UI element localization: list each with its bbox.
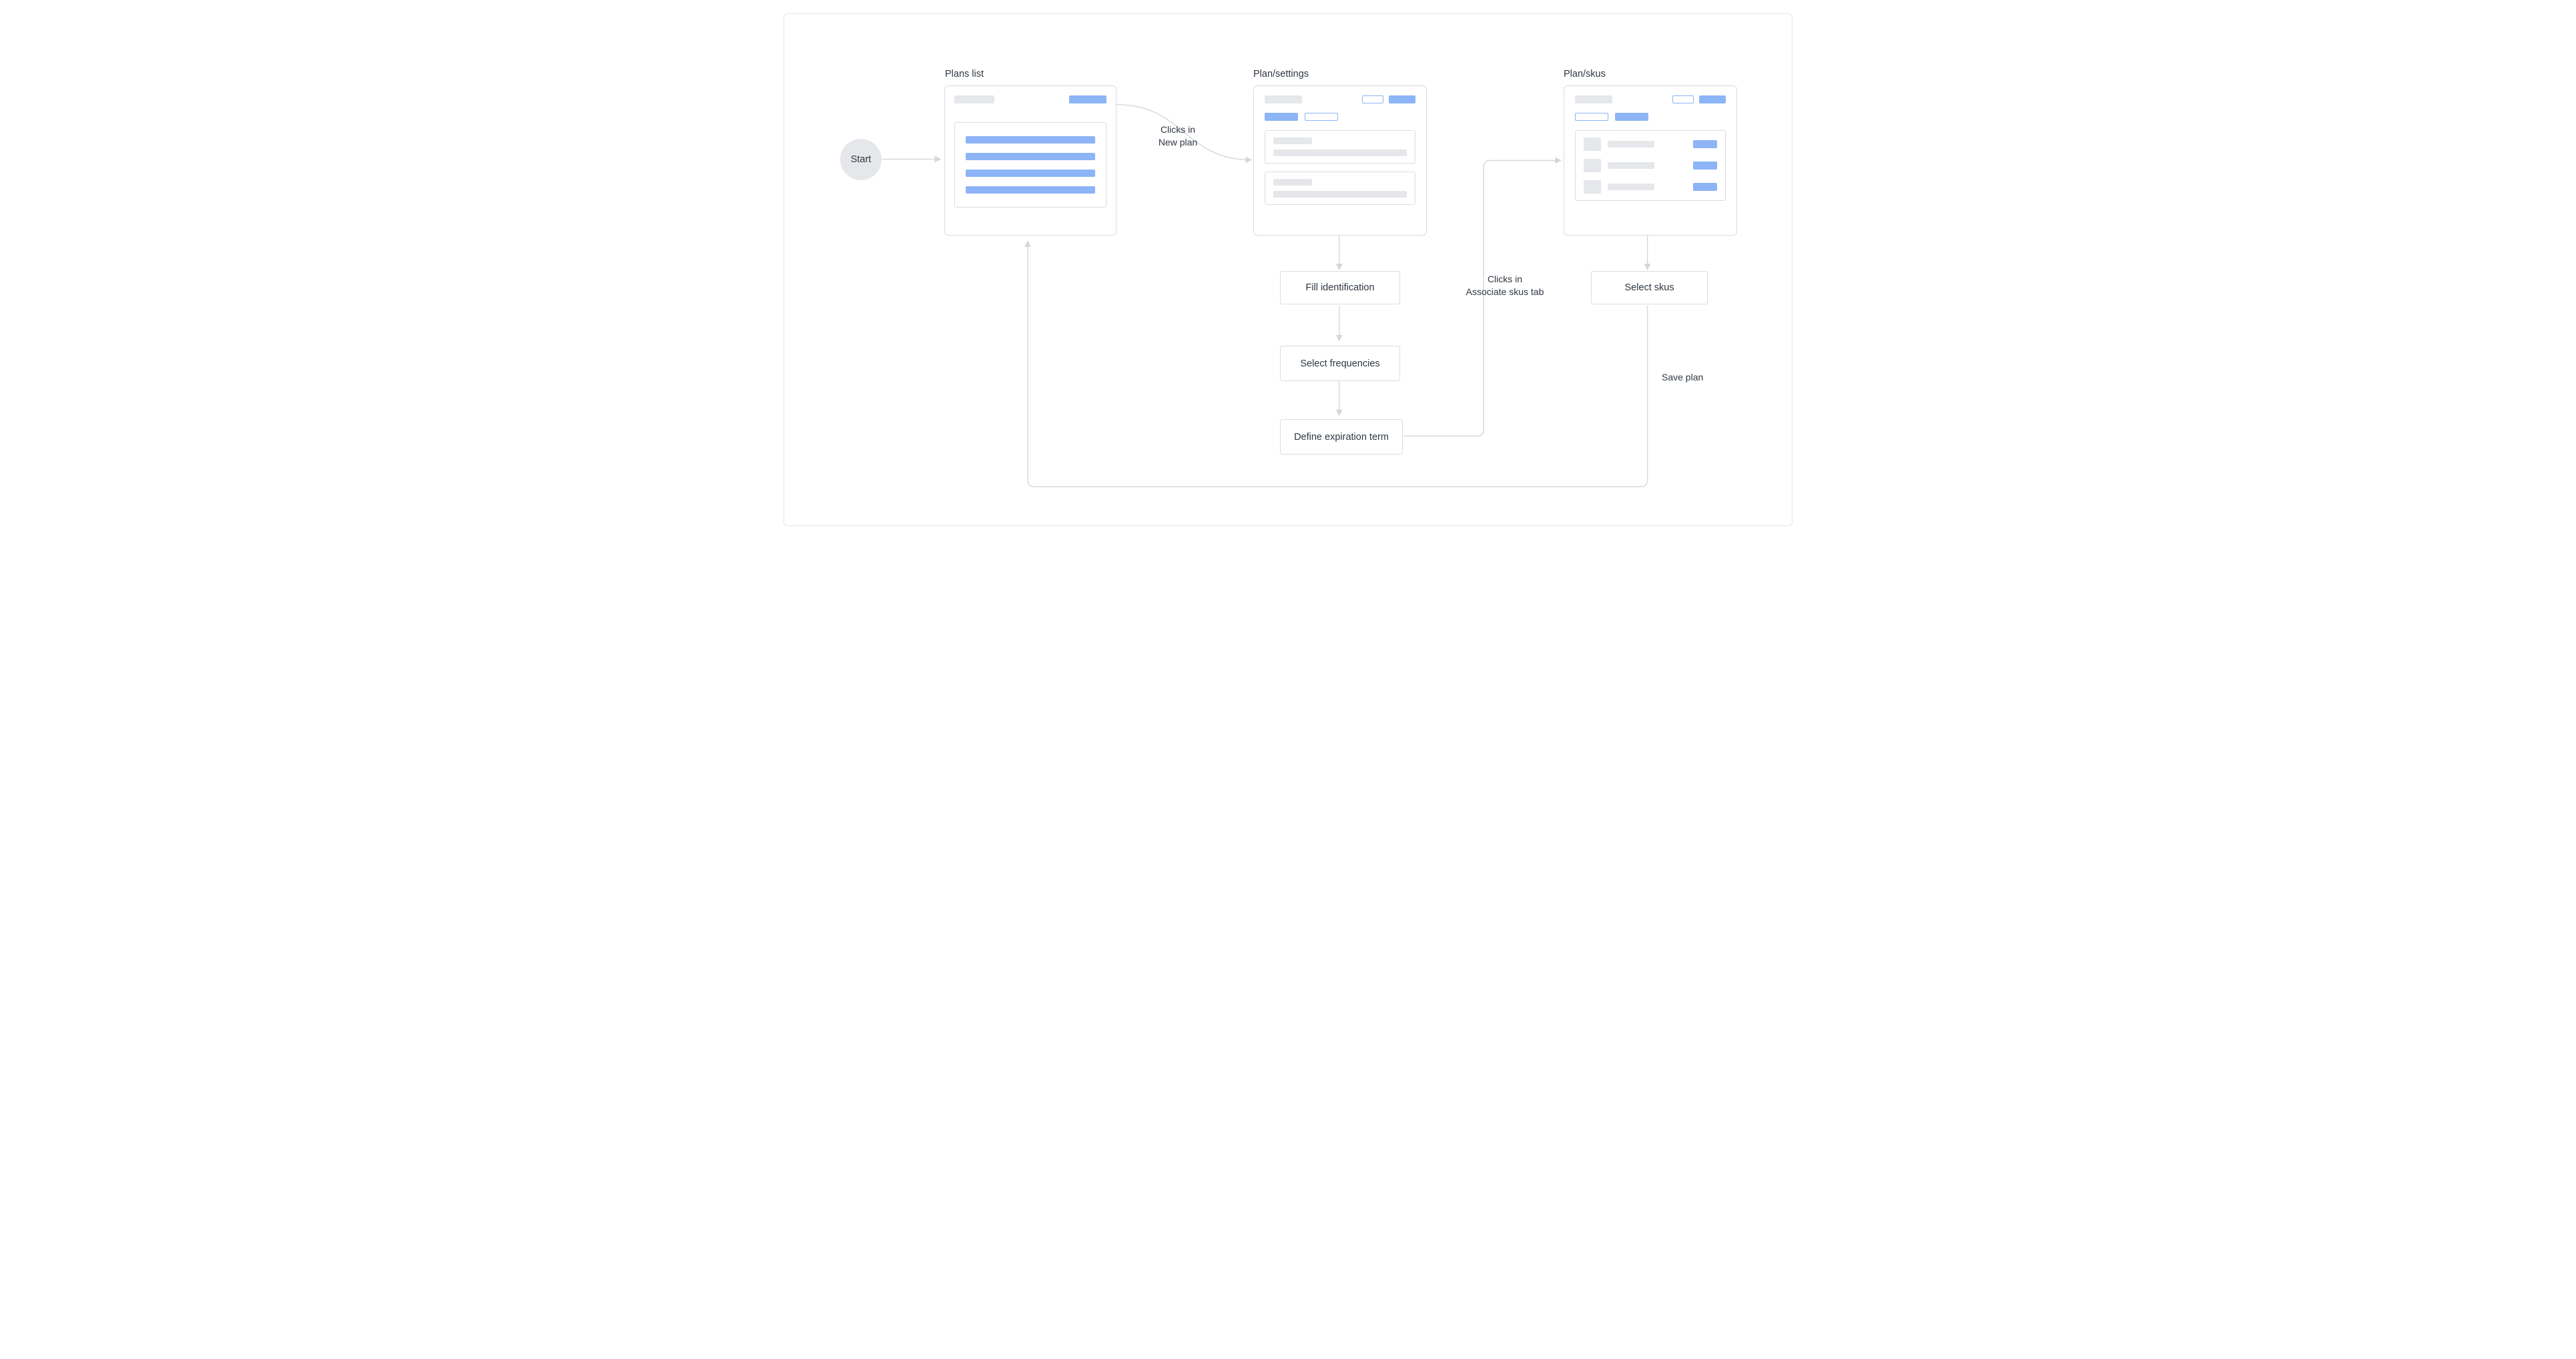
wf-input xyxy=(1273,150,1407,156)
wf-action xyxy=(1693,183,1717,191)
step-label: Define expiration term xyxy=(1294,432,1389,443)
wf-row xyxy=(966,153,1095,160)
wf-name xyxy=(1608,162,1654,169)
wf-label xyxy=(1273,179,1312,186)
wf-thumb xyxy=(1584,180,1601,194)
wf-primary-button xyxy=(1069,95,1106,103)
wf-tab xyxy=(1575,113,1608,121)
wf-row xyxy=(966,170,1095,177)
start-node: Start xyxy=(840,139,882,180)
wf-outline-btn xyxy=(1672,95,1694,103)
step-define-expiration: Define expiration term xyxy=(1280,419,1403,455)
wf-name xyxy=(1608,141,1654,148)
step-label: Select skus xyxy=(1624,282,1674,293)
edge-label-new-plan: Clicks in New plan xyxy=(1145,123,1211,149)
screen-plans-list xyxy=(944,85,1116,236)
wf-primary-btn xyxy=(1699,95,1726,103)
wf-row xyxy=(966,136,1095,144)
wf-name xyxy=(1608,184,1654,190)
flow-canvas: Start Plans list Plan/settings Plan/skus xyxy=(783,13,1793,526)
wf-primary-btn xyxy=(1389,95,1415,103)
edge-label-assoc-tab: Clicks in Associate skus tab xyxy=(1452,273,1558,298)
start-label: Start xyxy=(851,154,872,165)
wf-outline-btn xyxy=(1362,95,1383,103)
wf-action xyxy=(1693,162,1717,170)
wf-thumb xyxy=(1584,138,1601,151)
wf-action xyxy=(1693,140,1717,148)
wf-input xyxy=(1273,191,1407,198)
col-label-plans-list: Plans list xyxy=(945,69,984,79)
step-fill-identification: Fill identification xyxy=(1280,271,1400,304)
wf-label xyxy=(1273,138,1312,144)
col-label-plan-settings: Plan/settings xyxy=(1253,69,1309,79)
col-label-plan-skus: Plan/skus xyxy=(1564,69,1606,79)
step-select-frequencies: Select frequencies xyxy=(1280,346,1400,381)
wf-title xyxy=(1575,95,1612,103)
step-label: Fill identification xyxy=(1305,282,1374,293)
screen-plan-skus xyxy=(1564,85,1737,236)
wf-tab-active xyxy=(1265,113,1298,121)
wf-title xyxy=(954,95,994,103)
wf-thumb xyxy=(1584,159,1601,172)
screen-plan-settings xyxy=(1253,85,1427,236)
step-select-skus: Select skus xyxy=(1591,271,1708,304)
wf-tab-active xyxy=(1615,113,1648,121)
wf-tab xyxy=(1305,113,1338,121)
edge-label-save-plan: Save plan xyxy=(1662,371,1728,384)
step-label: Select frequencies xyxy=(1300,358,1379,369)
wf-row xyxy=(966,186,1095,194)
wf-title xyxy=(1265,95,1302,103)
